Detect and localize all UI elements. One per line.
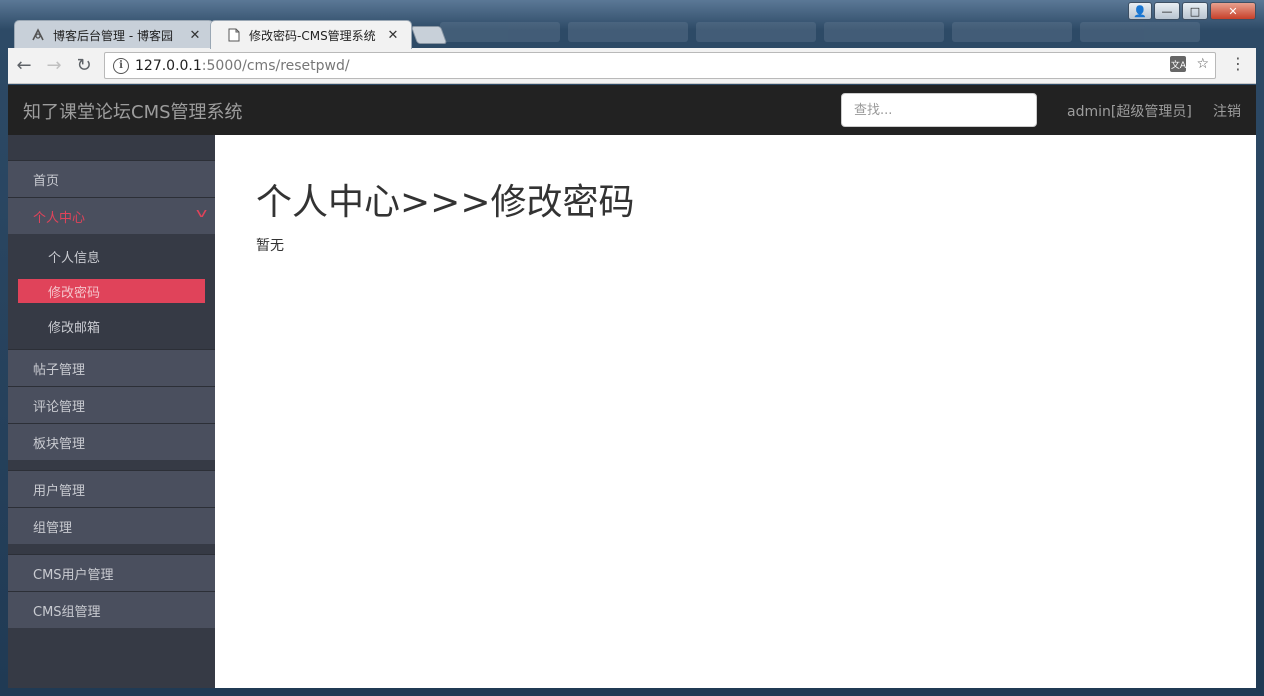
sidebar-item-label: CMS用户管理 <box>33 567 114 583</box>
sidebar-top-spacer <box>8 135 215 160</box>
top-navbar: 知了课堂论坛CMS管理系统 admin[超级管理员] 注销 <box>8 85 1256 135</box>
forward-button[interactable]: → <box>40 52 68 80</box>
blog-logo-icon <box>31 28 45 42</box>
submenu-item-label: 修改密码 <box>48 285 101 301</box>
sidebar-item-label: CMS组管理 <box>33 604 101 620</box>
sidebar-item-label: 板块管理 <box>33 436 86 452</box>
translate-icon[interactable]: 文A <box>1170 56 1187 72</box>
url-path: :5000/cms/resetpwd/ <box>201 57 350 74</box>
omnibox-actions: 文A ☆ <box>1170 56 1209 72</box>
sidebar: 首页 个人中心 v 个人信息 修改密码 修改邮箱 帖子管理 评论管理 板块管理 … <box>8 135 215 688</box>
browser-window: 👤 — □ ✕ 博客后台管理 - 博客园 ✕ 修改密码-CMS管理系统 ✕ ← … <box>0 0 1264 696</box>
tab-close-icon[interactable]: ✕ <box>187 27 203 43</box>
tab-close-icon[interactable]: ✕ <box>385 27 401 43</box>
sidebar-item-label: 首页 <box>33 173 60 189</box>
sidebar-item-label: 个人中心 <box>33 210 86 226</box>
url-host: 127.0.0.1 <box>135 57 202 74</box>
submenu-item-profile-info[interactable]: 个人信息 <box>18 239 205 274</box>
info-icon[interactable]: i <box>113 57 129 74</box>
brand-title[interactable]: 知了课堂论坛CMS管理系统 <box>23 98 243 124</box>
new-tab-button[interactable] <box>410 26 448 44</box>
sidebar-item-label: 组管理 <box>33 520 73 536</box>
chevron-down-icon: v <box>195 206 208 220</box>
sidebar-item-users[interactable]: 用户管理 <box>8 470 215 507</box>
sidebar-divider <box>8 460 215 470</box>
sidebar-divider <box>8 544 215 554</box>
sidebar-item-label: 帖子管理 <box>33 362 86 378</box>
page-title: 个人中心>>>修改密码 <box>256 182 635 223</box>
logout-link[interactable]: 注销 <box>1213 101 1241 121</box>
tab-strip: 博客后台管理 - 博客园 ✕ 修改密码-CMS管理系统 ✕ <box>8 18 1256 49</box>
submenu-item-reset-email[interactable]: 修改邮箱 <box>18 309 205 344</box>
sidebar-item-cms-groups[interactable]: CMS组管理 <box>8 591 215 628</box>
bookmark-star-icon[interactable]: ☆ <box>1196 56 1209 72</box>
page-icon <box>227 28 241 42</box>
reload-button[interactable]: ↻ <box>70 52 98 80</box>
address-bar[interactable]: i 127.0.0.1:5000/cms/resetpwd/ 文A ☆ <box>104 52 1216 79</box>
tab-title: 博客后台管理 - 博客园 <box>53 28 173 43</box>
browser-tab-resetpwd[interactable]: 修改密码-CMS管理系统 ✕ <box>210 20 412 49</box>
browser-menu-icon[interactable]: ⋮ <box>1230 54 1246 73</box>
sidebar-item-home[interactable]: 首页 <box>8 160 215 197</box>
tab-title: 修改密码-CMS管理系统 <box>249 28 376 43</box>
sidebar-item-cms-users[interactable]: CMS用户管理 <box>8 554 215 591</box>
main-content: 个人中心>>>修改密码 暂无 <box>215 135 1256 688</box>
back-button[interactable]: ← <box>10 52 38 80</box>
submenu-item-label: 修改邮箱 <box>48 321 101 336</box>
sidebar-item-posts[interactable]: 帖子管理 <box>8 349 215 386</box>
submenu-item-label: 个人信息 <box>48 251 101 266</box>
page-viewport: 知了课堂论坛CMS管理系统 admin[超级管理员] 注销 首页 个人中心 v … <box>8 85 1256 688</box>
search-input[interactable] <box>841 93 1037 127</box>
sidebar-item-label: 评论管理 <box>33 399 86 415</box>
page-body-text: 暂无 <box>256 238 284 254</box>
profile-submenu: 个人信息 修改密码 修改邮箱 <box>8 234 215 349</box>
browser-toolbar: ← → ↻ i 127.0.0.1:5000/cms/resetpwd/ 文A … <box>8 48 1256 84</box>
browser-tab-blog[interactable]: 博客后台管理 - 博客园 ✕ <box>14 20 214 49</box>
sidebar-item-groups[interactable]: 组管理 <box>8 507 215 544</box>
submenu-item-reset-password[interactable]: 修改密码 <box>18 279 205 303</box>
sidebar-item-profile-center[interactable]: 个人中心 v <box>8 197 215 234</box>
current-user-link[interactable]: admin[超级管理员] <box>1067 101 1192 121</box>
sidebar-item-comments[interactable]: 评论管理 <box>8 386 215 423</box>
sidebar-item-boards[interactable]: 板块管理 <box>8 423 215 460</box>
sidebar-item-label: 用户管理 <box>33 483 86 499</box>
